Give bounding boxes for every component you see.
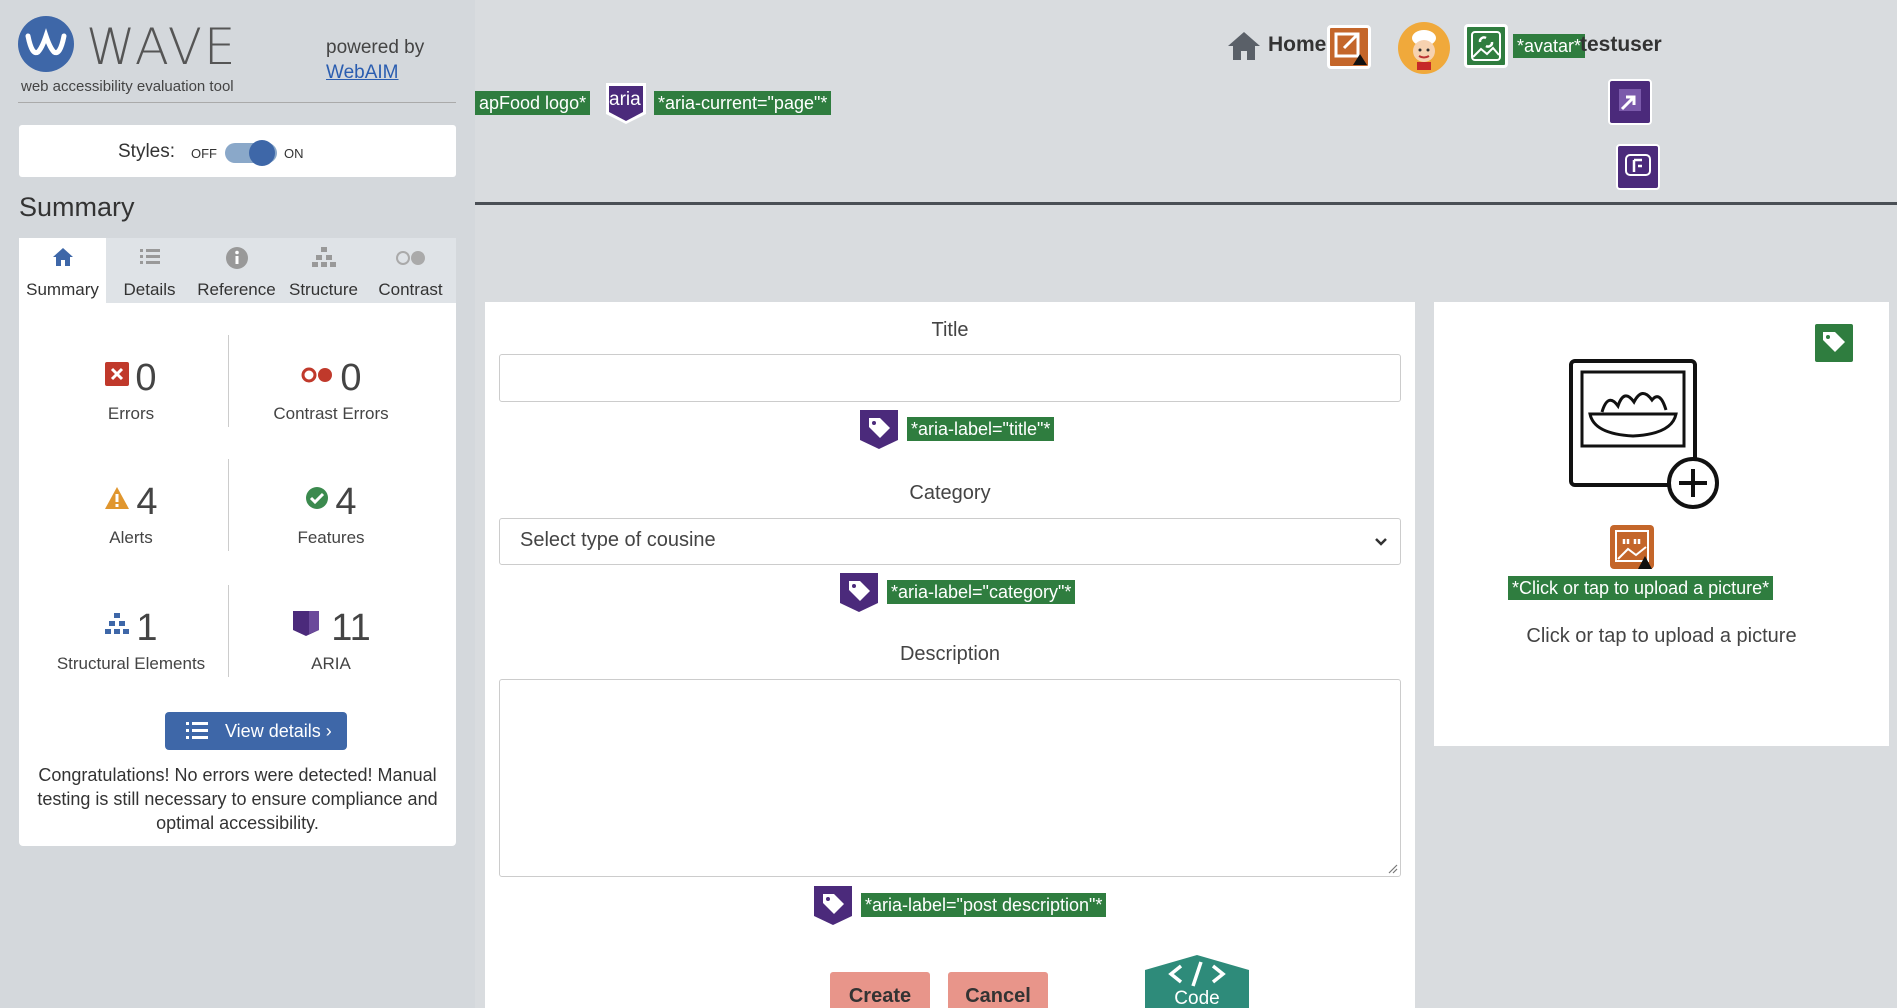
alert-icon bbox=[105, 487, 130, 509]
code-toggle-button[interactable]: Code bbox=[1141, 952, 1253, 1008]
aria-current-tag: *aria-current="page"* bbox=[654, 91, 832, 115]
title-input[interactable] bbox=[499, 354, 1401, 402]
summary-heading: Summary bbox=[19, 192, 135, 222]
tab-label: Reference bbox=[197, 280, 276, 299]
tab-reference[interactable]: Reference bbox=[193, 238, 280, 303]
powered-by-text: powered by bbox=[326, 37, 425, 58]
upload-alt-tag: *Click or tap to upload a picture* bbox=[1508, 576, 1774, 600]
brand-tagline: web accessibility evaluation tool bbox=[21, 78, 234, 95]
list-icon bbox=[106, 246, 193, 272]
styles-toggle-box: Styles: OFF ON bbox=[19, 125, 456, 177]
home-link[interactable]: Home bbox=[1268, 33, 1326, 57]
description-aria-tag: *aria-label="post description"* bbox=[861, 893, 1107, 917]
toggle-knob bbox=[249, 140, 275, 166]
title-aria-tag: *aria-label="title"* bbox=[907, 417, 1055, 441]
aria-label-icon bbox=[838, 571, 880, 613]
username[interactable]: testuser bbox=[1580, 33, 1662, 57]
food-upload-illustration[interactable] bbox=[1568, 358, 1728, 518]
code-label: Code bbox=[1174, 988, 1220, 1008]
divider bbox=[18, 102, 456, 103]
tab-label: Contrast bbox=[378, 280, 443, 299]
structural-label: Structural Elements bbox=[56, 654, 206, 673]
category-label: Category bbox=[909, 482, 991, 504]
error-icon bbox=[105, 362, 130, 386]
cancel-button[interactable]: Cancel bbox=[948, 972, 1048, 1008]
errors-count: 0 bbox=[135, 357, 157, 399]
category-select[interactable]: Select type of cousine bbox=[499, 518, 1401, 565]
resize-handle-icon[interactable] bbox=[1386, 862, 1398, 874]
wave-sidebar: WAVE web accessibility evaluation tool p… bbox=[0, 0, 475, 1008]
redundant-link-alert-icon bbox=[1327, 25, 1371, 69]
list-icon bbox=[186, 722, 208, 739]
alerts-label: Alerts bbox=[109, 528, 153, 547]
feature-check-icon bbox=[306, 487, 329, 509]
aria-count: 11 bbox=[331, 607, 371, 649]
stat-errors[interactable]: 0 Errors bbox=[31, 357, 231, 424]
view-details-label: View details › bbox=[225, 721, 332, 741]
stat-features[interactable]: 4 Features bbox=[231, 481, 431, 548]
congrats-message: Congratulations! No errors were detected… bbox=[37, 765, 438, 833]
tab-details[interactable]: Details bbox=[106, 238, 193, 303]
title-label: Title bbox=[931, 319, 969, 341]
tab-contrast[interactable]: Contrast bbox=[367, 238, 454, 303]
styles-toggle[interactable] bbox=[225, 140, 277, 166]
powered-by: powered by WebAIM bbox=[326, 35, 424, 85]
stat-contrast-errors[interactable]: 0 Contrast Errors bbox=[231, 357, 431, 424]
brand-name: WAVE bbox=[86, 18, 238, 76]
contrast-count: 0 bbox=[340, 357, 362, 399]
contrast-error-icon bbox=[301, 367, 333, 383]
description-label: Description bbox=[899, 643, 1001, 665]
home-nav-icon[interactable] bbox=[1226, 30, 1262, 67]
aria-badge-icon: aria bbox=[603, 80, 649, 126]
stat-alerts[interactable]: 4 Alerts bbox=[31, 481, 231, 548]
upload-instruction[interactable]: Click or tap to upload a picture bbox=[1434, 625, 1889, 648]
category-aria-tag: *aria-label="category"* bbox=[887, 580, 1076, 604]
toggle-off-label: OFF bbox=[191, 146, 217, 161]
image-upload-card: *Click or tap to upload a picture* Click… bbox=[1434, 302, 1889, 746]
structural-count: 1 bbox=[136, 607, 158, 649]
tab-label: Summary bbox=[26, 280, 99, 299]
linked-image-feature-icon bbox=[1464, 24, 1508, 68]
info-icon bbox=[193, 246, 280, 272]
chevron-down-icon bbox=[1375, 538, 1387, 546]
tab-bar: Summary Details Reference Structure Cont… bbox=[19, 238, 456, 303]
aria-button-icon bbox=[1616, 144, 1660, 190]
aria-expanded-icon bbox=[1608, 79, 1652, 125]
stat-aria[interactable]: 11 ARIA bbox=[231, 607, 431, 674]
contrast-icon bbox=[367, 246, 454, 272]
image-feature-icon bbox=[1813, 322, 1855, 364]
home-icon bbox=[19, 246, 106, 272]
create-button[interactable]: Create bbox=[830, 972, 930, 1008]
aria-icon bbox=[293, 611, 320, 636]
description-textarea[interactable] bbox=[499, 679, 1401, 877]
aria-badge-text: aria bbox=[609, 89, 641, 110]
aria-label-icon bbox=[858, 408, 900, 450]
toggle-on-label: ON bbox=[284, 146, 304, 161]
tab-label: Structure bbox=[289, 280, 358, 299]
create-post-form: Title *aria-label="title"* Category Sele… bbox=[485, 302, 1415, 1008]
hierarchy-icon bbox=[280, 246, 367, 272]
aria-label-icon bbox=[812, 884, 854, 926]
stat-structural[interactable]: 1 Structural Elements bbox=[31, 607, 231, 674]
view-details-button[interactable]: View details › bbox=[165, 712, 347, 750]
logo-alt-tag: apFood logo* bbox=[475, 91, 591, 115]
contrast-label: Contrast Errors bbox=[273, 404, 389, 423]
tab-summary[interactable]: Summary bbox=[19, 238, 106, 303]
avatar-alt-tag: *avatar* bbox=[1513, 34, 1586, 58]
aria-label: ARIA bbox=[311, 654, 351, 673]
tab-label: Details bbox=[123, 280, 176, 299]
category-selected: Select type of cousine bbox=[520, 529, 716, 551]
tab-structure[interactable]: Structure bbox=[280, 238, 367, 303]
features-count: 4 bbox=[335, 481, 357, 523]
features-label: Features bbox=[297, 528, 365, 547]
errors-label: Errors bbox=[107, 404, 155, 423]
alerts-count: 4 bbox=[136, 481, 158, 523]
wave-logo-icon bbox=[18, 16, 74, 72]
summary-panel: 0 Errors 0 Contrast Errors 4 Alerts 4 Fe… bbox=[19, 303, 456, 846]
structure-icon bbox=[105, 613, 130, 634]
webaim-link[interactable]: WebAIM bbox=[326, 62, 399, 83]
avatar-chef-icon[interactable] bbox=[1398, 22, 1450, 74]
styles-label: Styles: bbox=[118, 141, 176, 162]
alt-text-alert-icon bbox=[1610, 525, 1654, 569]
